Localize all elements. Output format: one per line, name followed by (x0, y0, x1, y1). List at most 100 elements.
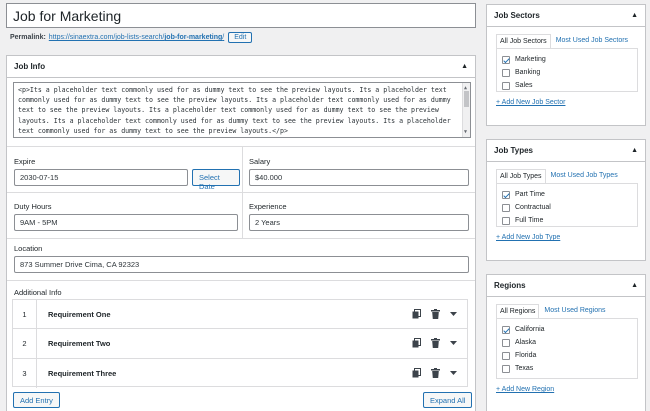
checklist-item[interactable]: Marketing (502, 53, 632, 66)
checklist-item[interactable]: Full Time (502, 214, 632, 227)
expire-label: Expire (14, 157, 36, 166)
checklist-item[interactable]: Part Time (502, 188, 632, 201)
requirement-number: 2 (13, 329, 37, 358)
checkbox[interactable] (502, 364, 510, 373)
add-new-job-sector-link[interactable]: + Add New Job Sector (496, 99, 565, 106)
copy-icon[interactable] (412, 309, 421, 319)
job-types-header[interactable]: Job Types ▲ (487, 140, 645, 162)
requirement-number: 3 (13, 358, 37, 388)
job-info-header[interactable]: Job Info ▲ (7, 56, 475, 78)
checklist-item[interactable]: Contractual (502, 201, 632, 214)
job-types-panel: Job Types ▲ All Job Types Most Used Job … (486, 139, 646, 261)
checkbox-label: Alaska (515, 339, 537, 346)
checkbox-label: Part Time (515, 191, 545, 198)
post-title-input[interactable]: Job for Marketing (6, 3, 476, 28)
experience-label: Experience (249, 202, 287, 211)
checkbox-label: Banking (515, 69, 541, 76)
caret-down-icon[interactable] (450, 340, 457, 346)
salary-input[interactable]: $40.000 (249, 169, 469, 186)
checkbox[interactable] (502, 338, 510, 347)
divider (7, 280, 475, 281)
experience-input[interactable]: 2 Years (249, 214, 469, 231)
checklist-item[interactable]: Alaska (502, 336, 632, 349)
requirement-row[interactable]: 1 Requirement One (13, 300, 467, 330)
caret-down-icon[interactable] (450, 311, 457, 317)
checkbox[interactable] (502, 216, 510, 225)
tab-most-used-job-sectors[interactable]: Most Used Job Sectors (550, 34, 634, 48)
job-sectors-checklist: Marketing Banking Sales (496, 48, 638, 92)
checkbox-label: Texas (515, 365, 534, 372)
description-scrollbar[interactable]: ▲ ▼ (462, 83, 470, 137)
add-entry-button[interactable]: Add Entry (13, 392, 60, 408)
checkbox[interactable] (502, 190, 510, 199)
checklist-item[interactable]: Sales (502, 79, 632, 92)
tab-all-regions[interactable]: All Regions (496, 304, 540, 318)
caret-up-icon[interactable]: ▲ (631, 12, 638, 19)
description-textarea[interactable]: <p>Its a placeholder text commonly used … (13, 82, 471, 138)
copy-icon[interactable] (412, 338, 421, 348)
permalink-slug: job-for-marketing (164, 34, 223, 41)
checkbox[interactable] (502, 351, 510, 360)
checkbox-label: Florida (515, 352, 537, 359)
checklist-item[interactable]: Banking (502, 66, 632, 79)
checkbox-label: Sales (515, 82, 533, 89)
tab-all-job-sectors[interactable]: All Job Sectors (496, 34, 551, 48)
checklist-item[interactable]: California (502, 323, 632, 336)
job-types-checklist: Part Time Contractual Full Time (496, 183, 638, 227)
checkbox-label: Marketing (515, 56, 546, 63)
regions-header[interactable]: Regions ▲ (487, 275, 645, 297)
requirements-list: 1 Requirement One 2 Requirement Two 3 Re… (12, 299, 468, 388)
regions-panel: Regions ▲ All Regions Most Used Regions … (486, 274, 646, 411)
requirement-name: Requirement Three (48, 368, 117, 378)
job-types-tabs: All Job Types Most Used Job Types (496, 169, 638, 183)
duty-hours-input[interactable]: 9AM - 5PM (14, 214, 238, 231)
job-sectors-title: Job Sectors (494, 11, 540, 20)
trash-icon[interactable] (431, 368, 440, 379)
expand-all-button[interactable]: Expand All (423, 392, 473, 408)
location-label: Location (14, 244, 43, 253)
requirement-name: Requirement One (48, 309, 111, 319)
expire-input[interactable]: 2030-07-15 (14, 169, 188, 186)
caret-up-icon[interactable]: ▲ (461, 63, 468, 70)
tab-most-used-job-types[interactable]: Most Used Job Types (545, 169, 623, 183)
scroll-thumb[interactable] (464, 91, 469, 107)
job-info-title: Job Info (14, 62, 46, 71)
description-text: <p>Its a placeholder text commonly used … (18, 86, 451, 135)
checklist-item[interactable]: Florida (502, 349, 632, 362)
checkbox[interactable] (502, 81, 510, 90)
salary-label: Salary (249, 157, 271, 166)
checkbox-label: Full Time (515, 217, 544, 224)
trash-icon[interactable] (431, 338, 440, 349)
add-new-region-link[interactable]: + Add New Region (496, 386, 554, 393)
job-sectors-tabs: All Job Sectors Most Used Job Sectors (496, 34, 638, 48)
regions-title: Regions (494, 281, 526, 290)
select-date-button[interactable]: Select Date (192, 169, 240, 191)
trash-icon[interactable] (431, 309, 440, 320)
tab-all-job-types[interactable]: All Job Types (496, 169, 546, 183)
caret-up-icon[interactable]: ▲ (631, 282, 638, 289)
checkbox-label: California (515, 326, 545, 333)
checkbox[interactable] (502, 203, 510, 212)
permalink-row: Permalink: https://sinaextra.com/job-lis… (10, 32, 253, 43)
requirement-row[interactable]: 2 Requirement Two (13, 329, 467, 359)
copy-icon[interactable] (412, 368, 421, 378)
tab-most-used-regions[interactable]: Most Used Regions (539, 304, 611, 318)
checkbox[interactable] (502, 325, 510, 334)
checkbox[interactable] (502, 68, 510, 77)
divider (7, 146, 475, 147)
location-input[interactable]: 873 Summer Drive Cima, CA 92323 (14, 256, 469, 273)
scroll-down-icon[interactable]: ▼ (464, 127, 467, 137)
add-new-job-type-link[interactable]: + Add New Job Type (496, 234, 560, 241)
checkbox[interactable] (502, 55, 510, 64)
checklist-item[interactable]: Texas (502, 362, 632, 375)
job-sectors-header[interactable]: Job Sectors ▲ (487, 5, 645, 27)
caret-up-icon[interactable]: ▲ (631, 147, 638, 154)
requirement-name: Requirement Two (48, 338, 111, 348)
additional-info-label: Additional Info (14, 288, 62, 297)
duty-hours-label: Duty Hours (14, 202, 52, 211)
checkbox-label: Contractual (515, 204, 551, 211)
permalink-url[interactable]: https://sinaextra.com/job-lists-search/j… (49, 34, 224, 41)
permalink-edit-button[interactable]: Edit (228, 32, 253, 43)
caret-down-icon[interactable] (450, 370, 457, 376)
requirement-row[interactable]: 3 Requirement Three (13, 358, 467, 388)
